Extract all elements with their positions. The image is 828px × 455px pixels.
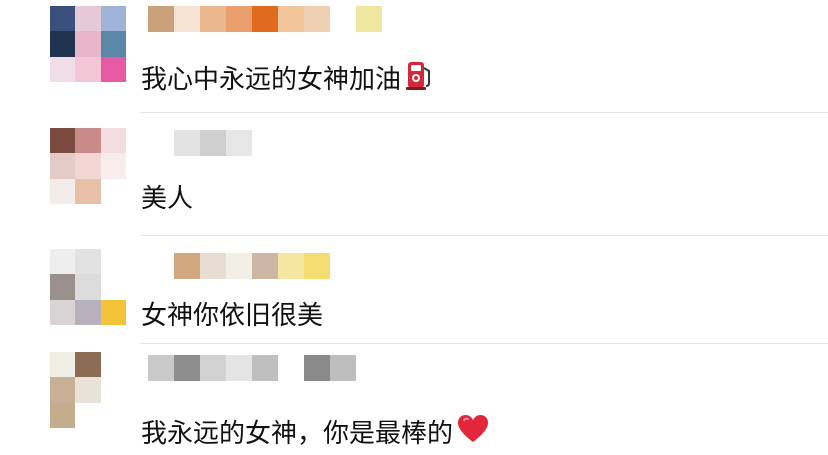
avatar-pixel	[75, 31, 101, 57]
avatar[interactable]	[50, 352, 126, 428]
comment-text: 我永远的女神，你是最棒的	[141, 414, 489, 453]
username-pixel	[278, 6, 304, 32]
avatar-pixel	[100, 274, 126, 300]
username-pixel	[226, 253, 252, 279]
username-pixel	[226, 355, 252, 381]
avatar[interactable]	[50, 128, 126, 204]
avatar-pixel	[75, 402, 101, 428]
avatar-pixel	[75, 128, 101, 154]
username-blurred[interactable]	[148, 355, 382, 381]
username-pixel	[148, 130, 174, 156]
username-pixel	[252, 253, 278, 279]
username-pixel	[356, 130, 382, 156]
avatar-pixel	[100, 6, 126, 32]
avatar-pixel	[100, 153, 126, 179]
username-pixel	[174, 253, 200, 279]
avatar-pixel	[100, 56, 126, 82]
username-pixel	[200, 253, 226, 279]
comment-text: 我心中永远的女神加油	[141, 59, 435, 100]
avatar-pixel	[50, 274, 76, 300]
avatar-pixel	[75, 299, 101, 325]
username-pixel	[304, 130, 330, 156]
username-pixel	[174, 6, 200, 32]
avatar-pixel	[100, 128, 126, 154]
username-pixel	[200, 6, 226, 32]
avatar-pixel	[50, 402, 76, 428]
avatar-pixel	[50, 178, 76, 204]
username-pixel	[304, 355, 330, 381]
avatar-pixel	[50, 153, 76, 179]
username-pixel	[148, 355, 174, 381]
comment-text-content: 我心中永远的女神加油	[141, 64, 402, 95]
username-blurred[interactable]	[148, 130, 382, 156]
avatar-pixel	[50, 352, 76, 378]
username-pixel	[330, 355, 356, 381]
avatar-pixel	[50, 299, 76, 325]
avatar-pixel	[75, 6, 101, 32]
username-pixel	[356, 253, 382, 279]
divider	[140, 112, 828, 113]
username-pixel	[356, 6, 382, 32]
avatar-pixel	[75, 56, 101, 82]
avatar-pixel	[50, 377, 76, 403]
avatar-pixel	[50, 249, 76, 275]
avatar[interactable]	[50, 249, 126, 325]
username-blurred[interactable]	[148, 6, 382, 32]
avatar-pixel	[75, 352, 101, 378]
username-pixel	[252, 355, 278, 381]
username-pixel	[200, 355, 226, 381]
avatar-pixel	[75, 249, 101, 275]
avatar-pixel	[100, 377, 126, 403]
username-pixel	[148, 6, 174, 32]
avatar-pixel	[100, 31, 126, 57]
username-pixel	[148, 253, 174, 279]
comment-text-content: 美人	[141, 184, 194, 214]
avatar-pixel	[100, 299, 126, 325]
avatar-pixel	[75, 274, 101, 300]
username-pixel	[304, 253, 330, 279]
username-pixel	[278, 253, 304, 279]
username-pixel	[278, 130, 304, 156]
avatar-pixel	[100, 249, 126, 275]
comment-text: 美人	[141, 182, 193, 216]
username-pixel	[174, 130, 200, 156]
comment-text-content: 女神你依旧很美	[141, 301, 324, 331]
avatar-pixel	[75, 377, 101, 403]
avatar-pixel	[75, 153, 101, 179]
username-pixel	[304, 6, 330, 32]
avatar-pixel	[50, 31, 76, 57]
red-heart-icon	[457, 414, 489, 453]
avatar-pixel	[50, 56, 76, 82]
avatar-pixel	[100, 178, 126, 204]
username-blurred[interactable]	[148, 253, 382, 279]
username-pixel	[330, 6, 356, 32]
username-pixel	[252, 130, 278, 156]
avatar-pixel	[50, 6, 76, 32]
avatar-pixel	[100, 402, 126, 428]
username-pixel	[356, 355, 382, 381]
username-pixel	[226, 130, 252, 156]
avatar-pixel	[100, 352, 126, 378]
username-pixel	[330, 130, 356, 156]
username-pixel	[252, 6, 278, 32]
username-pixel	[226, 6, 252, 32]
comment-text-content: 我永远的女神，你是最棒的	[141, 418, 454, 449]
divider	[140, 235, 828, 236]
avatar[interactable]	[50, 6, 126, 82]
avatar-pixel	[50, 128, 76, 154]
username-pixel	[278, 355, 304, 381]
avatar-pixel	[75, 178, 101, 204]
username-pixel	[174, 355, 200, 381]
comment-text: 女神你依旧很美	[141, 299, 323, 333]
username-pixel	[200, 130, 226, 156]
username-pixel	[330, 253, 356, 279]
divider	[140, 343, 828, 344]
fuel-pump-icon	[405, 59, 435, 100]
